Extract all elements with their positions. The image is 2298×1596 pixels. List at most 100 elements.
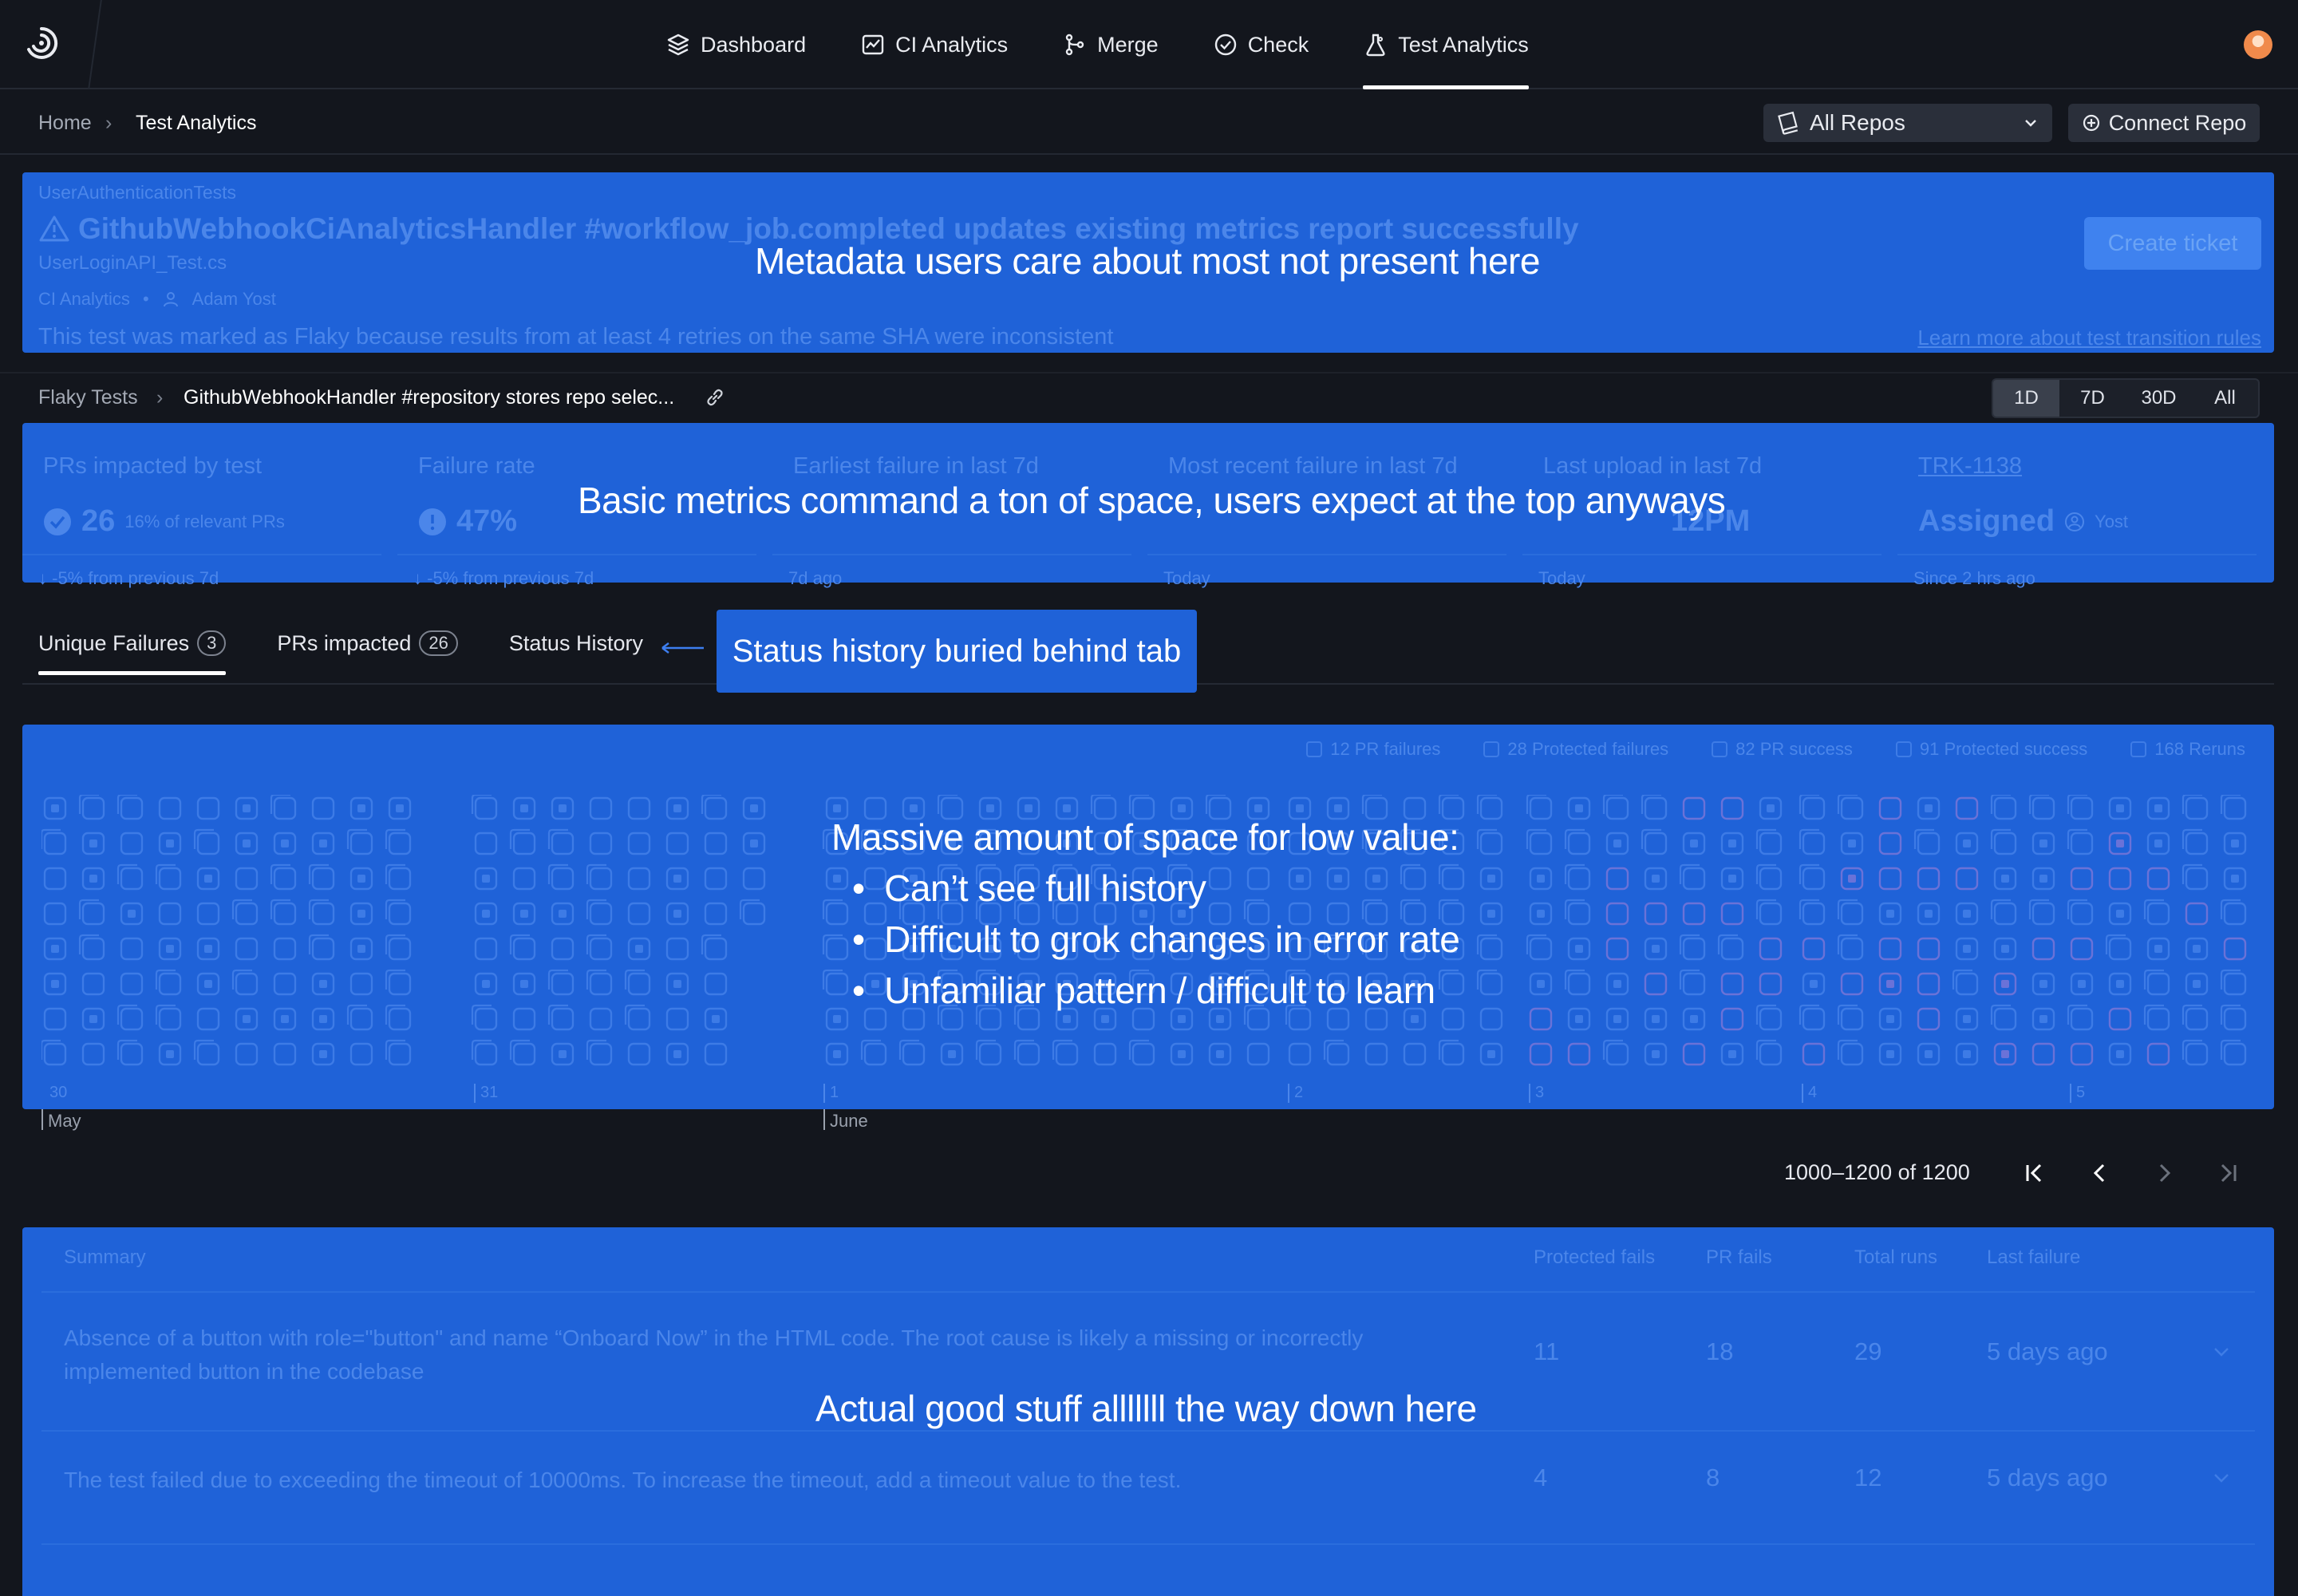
history-tile[interactable] (388, 867, 412, 891)
history-tile[interactable] (1993, 796, 2017, 820)
history-tile[interactable] (2223, 937, 2247, 961)
history-tile[interactable] (120, 1007, 144, 1031)
history-tile[interactable] (474, 832, 498, 855)
history-tile[interactable] (1802, 1042, 1826, 1066)
nav-item-ci-analytics[interactable]: CI Analytics (833, 0, 1035, 89)
history-tile[interactable] (43, 867, 67, 891)
history-tile[interactable] (1759, 902, 1783, 926)
history-tile[interactable] (158, 902, 182, 926)
history-tile[interactable] (2223, 902, 2247, 926)
history-tile[interactable] (1720, 796, 1744, 820)
history-tile[interactable] (1567, 972, 1591, 996)
history-tile[interactable] (2146, 902, 2170, 926)
breadcrumb-flaky-tests[interactable]: Flaky Tests (38, 386, 138, 409)
history-tile[interactable] (2031, 1042, 2055, 1066)
history-tile[interactable] (120, 937, 144, 961)
first-page-icon[interactable] (2019, 1157, 2051, 1189)
nav-item-check[interactable]: Check (1186, 0, 1337, 89)
history-tile[interactable] (1605, 937, 1629, 961)
history-tile[interactable] (273, 937, 297, 961)
history-tile[interactable] (2185, 902, 2209, 926)
history-tile[interactable] (665, 832, 689, 855)
history-tile[interactable] (2031, 937, 2055, 961)
history-tile[interactable] (1441, 1007, 1465, 1031)
history-tile[interactable] (1917, 937, 1941, 961)
history-tile[interactable] (978, 1042, 1002, 1066)
legend-pr-failures[interactable]: 12 PR failures (1306, 739, 1440, 760)
history-tile[interactable] (627, 832, 651, 855)
history-tile[interactable] (512, 1042, 536, 1066)
history-tile[interactable] (1802, 796, 1826, 820)
history-tile[interactable] (1326, 1042, 1350, 1066)
history-tile[interactable] (2146, 972, 2170, 996)
history-tile[interactable] (349, 832, 373, 855)
history-tile[interactable] (1529, 1042, 1553, 1066)
nav-item-test-analytics[interactable]: Test Analytics (1336, 0, 1556, 89)
history-tile[interactable] (1840, 972, 1864, 996)
expand-chevron-icon[interactable] (2210, 1467, 2233, 1489)
test-owner[interactable]: Adam Yost (192, 289, 276, 310)
range-30d[interactable]: 30D (2126, 380, 2192, 417)
history-tile[interactable] (589, 902, 613, 926)
history-tile[interactable] (1840, 902, 1864, 926)
avatar[interactable] (2244, 30, 2272, 59)
history-tile[interactable] (2031, 796, 2055, 820)
history-tile[interactable] (589, 937, 613, 961)
history-tile[interactable] (1479, 972, 1503, 996)
history-tile[interactable] (273, 902, 297, 926)
expand-chevron-icon[interactable] (2210, 1341, 2233, 1363)
history-tile[interactable] (1917, 867, 1941, 891)
history-tile[interactable] (1955, 972, 1979, 996)
history-tile[interactable] (1567, 832, 1591, 855)
history-tile[interactable] (273, 867, 297, 891)
history-tile[interactable] (273, 972, 297, 996)
history-tile[interactable] (273, 796, 297, 820)
history-tile[interactable] (627, 902, 651, 926)
history-tile[interactable] (474, 1007, 498, 1031)
history-tile[interactable] (704, 1042, 728, 1066)
history-tile[interactable] (1131, 1042, 1155, 1066)
history-tile[interactable] (2185, 867, 2209, 891)
history-tile[interactable] (1644, 972, 1668, 996)
history-tile[interactable] (81, 972, 105, 996)
history-tile[interactable] (1644, 832, 1668, 855)
history-tile[interactable] (235, 1042, 259, 1066)
history-tile[interactable] (1720, 902, 1744, 926)
history-tile[interactable] (1208, 867, 1232, 891)
history-tile[interactable] (2146, 1042, 2170, 1066)
history-tile[interactable] (120, 832, 144, 855)
history-tile[interactable] (474, 1042, 498, 1066)
history-tile[interactable] (388, 972, 412, 996)
history-tile[interactable] (1720, 972, 1744, 996)
learn-more-link[interactable]: Learn more about test transition rules (1917, 326, 2261, 350)
nav-item-merge[interactable]: Merge (1035, 0, 1186, 89)
column-header-last-failure[interactable]: Last failure (1987, 1246, 2080, 1269)
create-ticket-button[interactable]: Create ticket (2084, 217, 2261, 270)
history-tile[interactable] (158, 867, 182, 891)
history-tile[interactable] (704, 796, 728, 820)
history-tile[interactable] (1605, 902, 1629, 926)
history-tile[interactable] (1802, 867, 1826, 891)
history-tile[interactable] (196, 1042, 220, 1066)
history-tile[interactable] (1093, 1042, 1117, 1066)
tab-unique-failures[interactable]: Unique Failures 3 (38, 630, 227, 675)
history-tile[interactable] (2185, 1042, 2209, 1066)
history-tile[interactable] (1403, 867, 1427, 891)
history-tile[interactable] (2185, 832, 2209, 855)
history-tile[interactable] (627, 972, 651, 996)
history-tile[interactable] (1993, 832, 2017, 855)
history-tile[interactable] (2070, 832, 2094, 855)
history-tile[interactable] (2108, 1007, 2132, 1031)
history-tile[interactable] (120, 867, 144, 891)
history-tile[interactable] (2185, 796, 2209, 820)
history-tile[interactable] (474, 937, 498, 961)
logo-icon[interactable] (22, 24, 61, 62)
history-tile[interactable] (589, 796, 613, 820)
history-tile[interactable] (1682, 796, 1706, 820)
history-tile[interactable] (2070, 1042, 2094, 1066)
connect-repo-button[interactable]: Connect Repo (2068, 104, 2260, 142)
history-tile[interactable] (825, 902, 849, 926)
history-tile[interactable] (1441, 867, 1465, 891)
history-tile[interactable] (43, 1042, 67, 1066)
history-tile[interactable] (1802, 937, 1826, 961)
